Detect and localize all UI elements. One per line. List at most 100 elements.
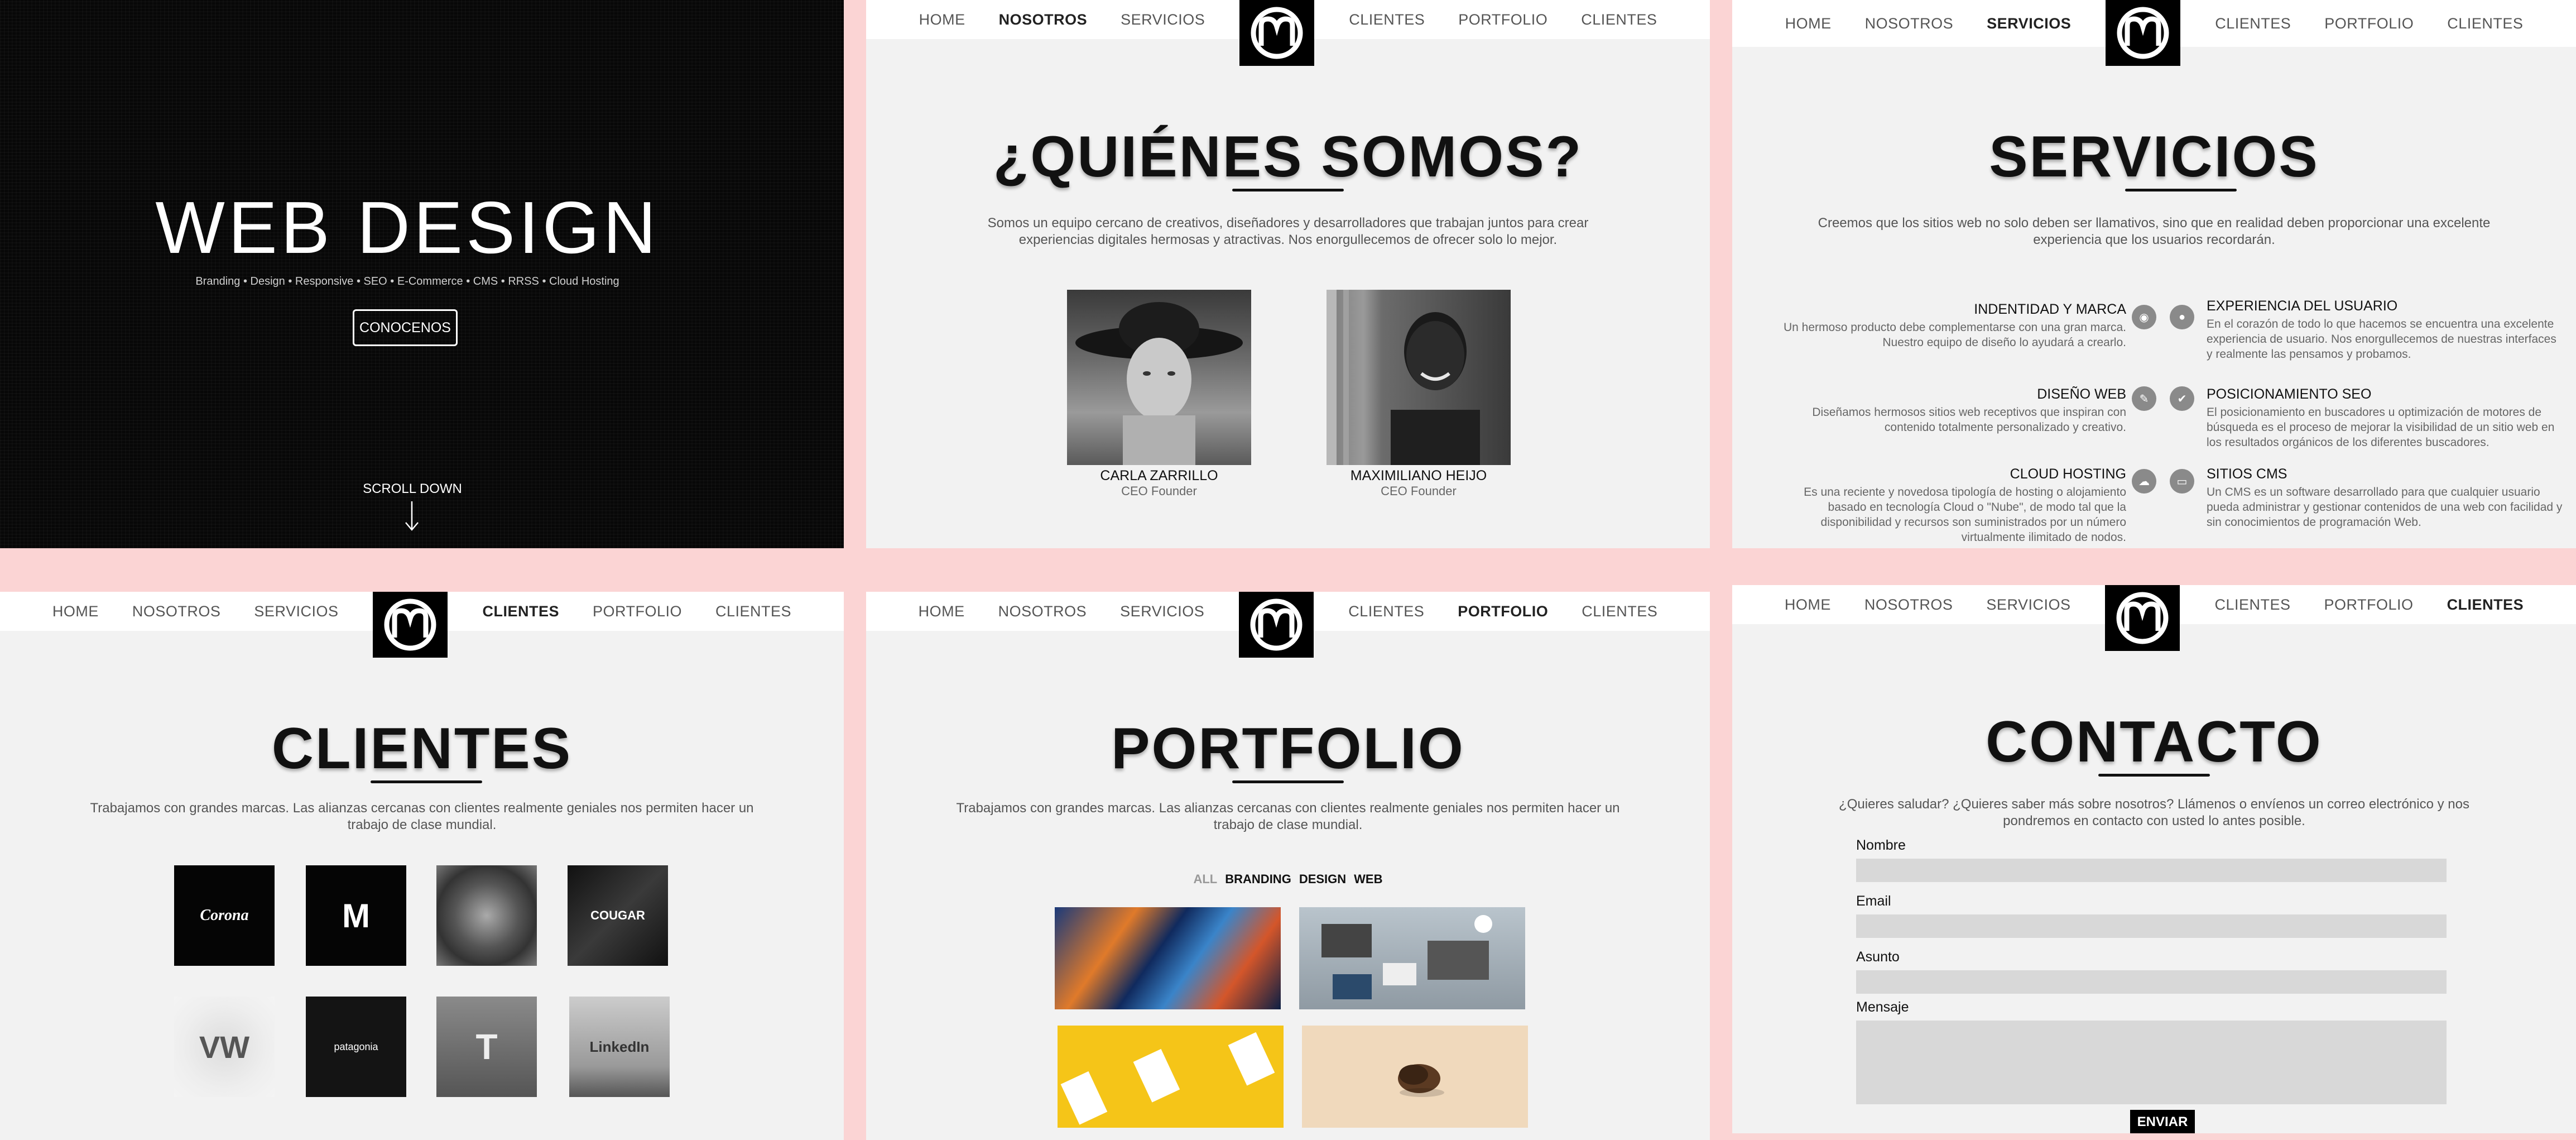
service-text: Diseñamos hermosos sitios web receptivos… [1812,406,2126,434]
nav-servicios[interactable]: SERVICIOS [1987,15,2071,32]
nav-servicios[interactable]: SERVICIOS [1986,596,2070,614]
email-input[interactable] [1856,914,2447,938]
user-icon: ● [2170,305,2194,329]
nav-home[interactable]: HOME [919,603,965,620]
brand-logo[interactable] [373,592,448,658]
nav-clientes[interactable]: CLIENTES [2215,15,2291,32]
scroll-down-label[interactable]: SCROLL DOWN [0,481,825,497]
mc-monogram-icon [1251,7,1303,59]
brand-logo[interactable] [2106,0,2181,66]
nosotros-section: HOME NOSOTROS SERVICIOS CLIENTES PORTFOL… [866,0,1710,548]
portfolio-item-packaging[interactable] [1058,1026,1284,1128]
team-photo [1067,290,1251,465]
eye-icon: ◉ [2132,305,2156,329]
service-item: EXPERIENCIA DEL USUARIO En el corazón de… [2207,298,2564,362]
top-nav: HOME NOSOTROS SERVICIOS CLIENTES PORTFOL… [1732,585,2576,651]
nav-clientes[interactable]: CLIENTES [1348,603,1424,620]
brand-logo[interactable] [1239,592,1314,658]
email-label: Email [1856,893,1891,909]
portfolio-item-coffee[interactable] [1302,1026,1528,1128]
nav-contacto[interactable]: CLIENTES [715,603,791,620]
nav-portfolio[interactable]: PORTFOLIO [2324,15,2414,32]
arrow-down-icon[interactable] [401,500,423,531]
mensaje-textarea[interactable] [1856,1021,2447,1104]
filter-all[interactable]: ALL [1193,872,1217,887]
nav-servicios[interactable]: SERVICIOS [1121,11,1205,28]
section-description: Trabajamos con grandes marcas. Las alian… [956,801,1620,832]
service-item: CLOUD HOSTING Es una reciente y novedosa… [1769,466,2126,545]
client-logo-fuel-cap[interactable] [436,865,537,966]
nav-nosotros[interactable]: NOSOTROS [1864,596,1953,614]
brand-logo[interactable] [2105,585,2180,651]
nav-portfolio[interactable]: PORTFOLIO [593,603,682,620]
mc-monogram-icon [2116,592,2169,644]
section-title: CONTACTO [1986,710,2323,774]
nav-clientes[interactable]: CLIENTES [482,603,559,620]
hero-title: WEB DESIGN [155,186,660,269]
portfolio-section: HOME NOSOTROS SERVICIOS CLIENTES PORTFOL… [866,592,1710,1140]
client-logo-cougar[interactable]: COUGAR [568,865,668,966]
nav-contacto[interactable]: CLIENTES [2447,15,2523,32]
nav-home[interactable]: HOME [919,11,965,28]
asunto-label: Asunto [1856,949,1900,965]
hero-section: WEB DESIGN Branding • Design • Responsiv… [0,0,844,548]
nav-nosotros[interactable]: NOSOTROS [998,603,1087,620]
service-title: EXPERIENCIA DEL USUARIO [2207,298,2398,314]
check-icon: ✔ [2170,386,2194,411]
client-logo-mcdonalds[interactable]: M [306,865,406,966]
mensaje-label: Mensaje [1856,999,1909,1015]
client-logo-patagonia[interactable]: patagonia [306,997,406,1097]
nombre-label: Nombre [1856,837,1906,853]
service-title: DISEÑO WEB [2037,386,2126,402]
nav-servicios[interactable]: SERVICIOS [254,603,338,620]
mc-monogram-icon [384,598,436,651]
nav-contacto[interactable]: CLIENTES [1582,603,1657,620]
nav-clientes[interactable]: CLIENTES [2214,596,2290,614]
top-nav: HOME NOSOTROS SERVICIOS CLIENTES PORTFOL… [866,0,1710,66]
nav-nosotros[interactable]: NOSOTROS [1865,15,1954,32]
mc-monogram-icon [2117,7,2169,59]
filter-web[interactable]: WEB [1354,872,1382,887]
cloud-icon: ☁ [2132,469,2156,494]
enviar-button[interactable]: ENVIAR [2130,1110,2195,1133]
nav-portfolio[interactable]: PORTFOLIO [2324,596,2414,614]
client-logo-volkswagen[interactable]: VW [174,997,275,1097]
team-name: MAXIMILIANO HEIJO [1350,468,1487,483]
client-logo-linkedin[interactable]: LinkedIn [569,997,670,1097]
title-underline [371,780,482,783]
monitor-icon: ▭ [2170,469,2194,494]
filter-branding[interactable]: BRANDING [1225,872,1291,887]
nav-home[interactable]: HOME [1785,596,1831,614]
service-item: SITIOS CMS Un CMS es un software desarro… [2207,466,2564,530]
nav-home[interactable]: HOME [52,603,99,620]
section-title: CLIENTES [271,716,573,781]
asunto-input[interactable] [1856,970,2447,994]
nombre-input[interactable] [1856,859,2447,882]
section-description: Somos un equipo cercano de creativos, di… [987,215,1589,247]
service-text: Es una reciente y novedosa tipología de … [1804,486,2126,544]
section-title: SERVICIOS [1989,124,2319,189]
nav-nosotros[interactable]: NOSOTROS [132,603,221,620]
client-logo-tesla[interactable]: T [436,997,537,1097]
hero-subtitle: Branding • Design • Responsive • SEO • E… [195,275,619,288]
filter-design[interactable]: DESIGN [1299,872,1346,887]
nav-contacto[interactable]: CLIENTES [1581,11,1657,28]
title-underline [1232,189,1344,191]
hero-background [0,0,844,548]
nav-portfolio[interactable]: PORTFOLIO [1458,11,1547,28]
team-role: CEO Founder [1121,484,1197,498]
section-description: ¿Quieres saludar? ¿Quieres saber más sob… [1839,797,2469,828]
nav-contacto[interactable]: CLIENTES [2447,596,2524,614]
nav-clientes[interactable]: CLIENTES [1349,11,1425,28]
title-underline [2098,774,2210,777]
portfolio-item-desk[interactable] [1299,907,1525,1009]
nav-nosotros[interactable]: NOSOTROS [999,11,1088,28]
nav-home[interactable]: HOME [1785,15,1832,32]
conocenos-button[interactable]: CONOCENOS [353,309,458,346]
client-logo-corona[interactable]: Corona [174,865,275,966]
title-underline [2125,189,2237,191]
portfolio-item-painting[interactable] [1055,907,1281,1009]
nav-portfolio[interactable]: PORTFOLIO [1458,603,1548,620]
nav-servicios[interactable]: SERVICIOS [1120,603,1204,620]
brand-logo[interactable] [1239,0,1315,66]
